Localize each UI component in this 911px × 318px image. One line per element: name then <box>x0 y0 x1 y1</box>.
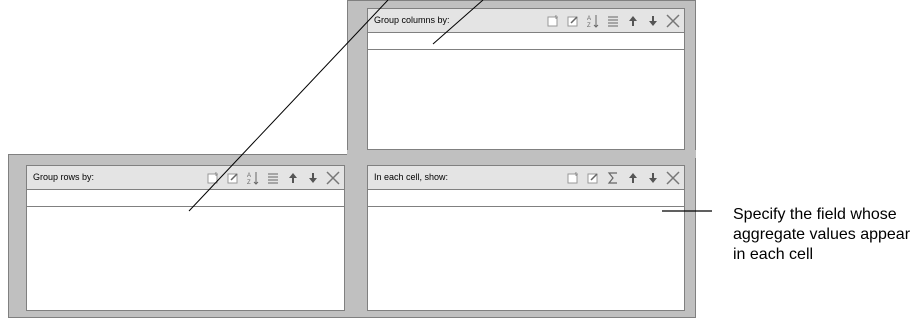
leader-line-rows <box>188 0 389 212</box>
callout-lines <box>188 0 712 212</box>
leader-line-columns <box>432 0 484 45</box>
callout-text: Specify the field whose aggregate values… <box>733 206 911 263</box>
